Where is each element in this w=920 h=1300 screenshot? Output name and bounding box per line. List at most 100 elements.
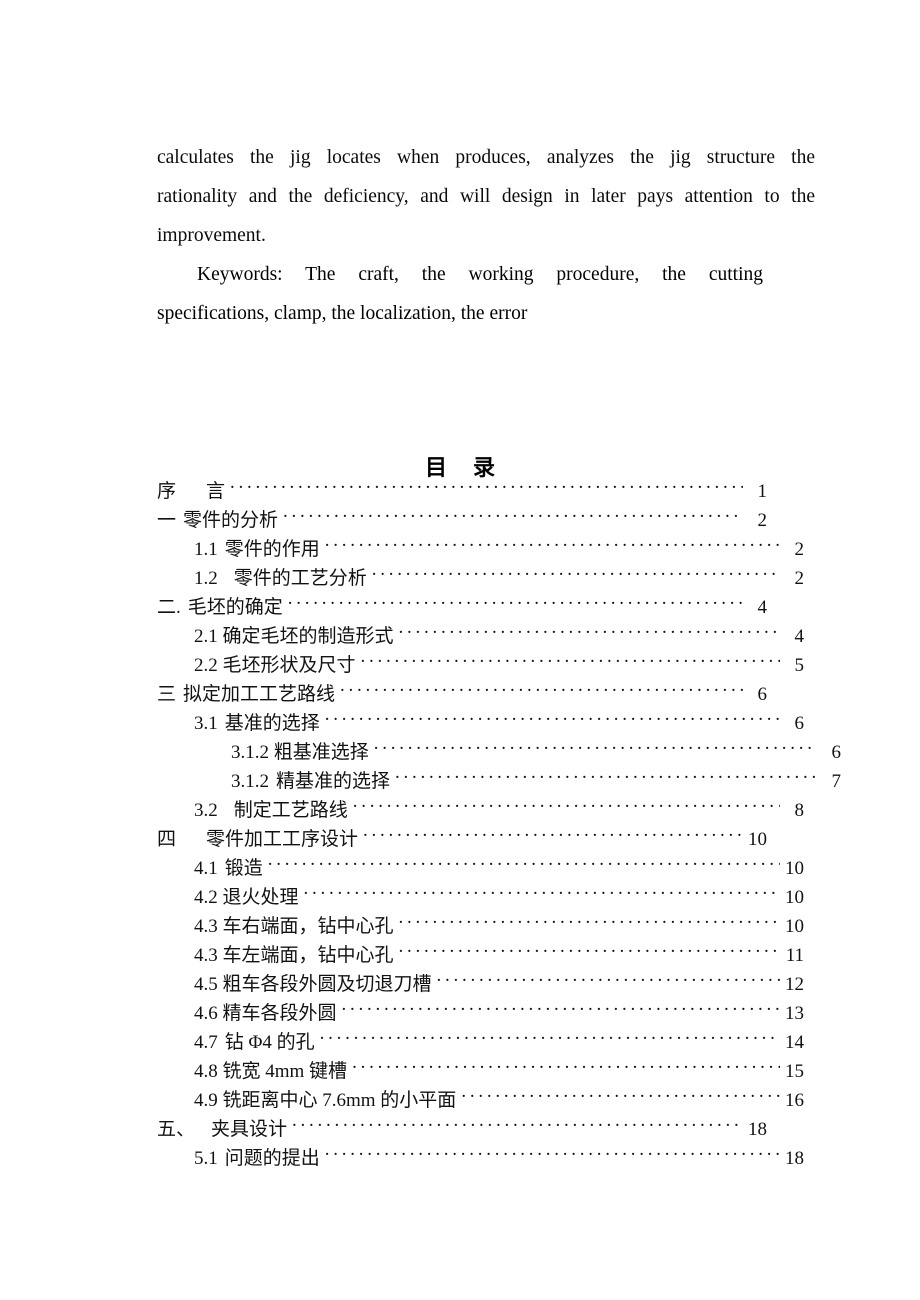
- toc-entry[interactable]: 3.1 基准的选择 6: [157, 709, 804, 738]
- toc-entry-label: 3.2 制定工艺路线: [194, 796, 352, 825]
- toc-entry[interactable]: 四 零件加工工序设计 10: [157, 825, 767, 854]
- abstract-line-2: rationality and the deficiency, and will…: [157, 186, 815, 207]
- toc-entry[interactable]: 5.1 问题的提出 18: [157, 1144, 804, 1173]
- toc-dot-leader: [461, 1087, 780, 1106]
- toc-entry[interactable]: 2.2 毛坯形状及尺寸 5: [157, 651, 804, 680]
- toc-entry-label: 4.8 铣宽 4mm 键槽: [194, 1057, 351, 1086]
- toc-entry[interactable]: 三拟定加工工艺路线 6: [157, 680, 767, 709]
- toc-entry-number: 3.1: [194, 713, 218, 734]
- toc-entry-number: 三: [157, 684, 177, 705]
- toc-entry-label: 序言: [157, 477, 229, 506]
- toc-entry[interactable]: 序言1: [157, 477, 767, 506]
- toc-entry-label: 四 零件加工工序设计: [157, 825, 362, 854]
- toc-entry-label: 4.9 铣距离中心 7.6mm 的小平面: [194, 1086, 460, 1115]
- toc-entry-title: 问题的提出: [224, 1148, 320, 1169]
- toc-dot-leader: [304, 884, 780, 903]
- toc-entry-label: 4.7 钻 Φ4 的孔: [194, 1028, 319, 1057]
- toc-entry-label: 4.6 精车各段外圆: [194, 999, 341, 1028]
- toc-entry[interactable]: 1.2 零件的工艺分析 2: [157, 564, 804, 593]
- toc-entry-title: 钻 Φ4 的孔: [224, 1032, 315, 1053]
- toc-entry[interactable]: 3.2 制定工艺路线 8: [157, 796, 804, 825]
- toc-entry[interactable]: 4.5 粗车各段外圆及切退刀槽 12: [157, 970, 804, 999]
- toc-entry[interactable]: 3.1.2 精基准的选择 7: [157, 767, 841, 796]
- toc-entry[interactable]: 五、夹具设计 18: [157, 1115, 767, 1144]
- toc-entry-number: 3.2: [194, 800, 218, 821]
- toc-entry-number: 一: [157, 510, 177, 531]
- toc-entry[interactable]: 一零件的分析 2: [157, 506, 767, 535]
- toc-entry[interactable]: 4.8 铣宽 4mm 键槽 15: [157, 1057, 804, 1086]
- toc-dot-leader: [372, 565, 780, 584]
- toc-entry-title: 铣宽 4mm 键槽: [222, 1061, 348, 1082]
- toc-dot-leader: [353, 797, 780, 816]
- toc-entry-page-number: 15: [785, 1061, 804, 1082]
- abstract-text: calculates the jig locates when produces…: [157, 138, 815, 255]
- toc-entry-number: 四: [157, 829, 177, 850]
- toc-entry-page-number: 7: [831, 771, 842, 792]
- toc-entry-number: 1.1: [194, 539, 218, 560]
- toc-dot-leader: [292, 1116, 743, 1135]
- toc-entry-page-number: 18: [748, 1119, 767, 1140]
- toc-entry[interactable]: 4.1 锻造 10: [157, 854, 804, 883]
- toc-entry-label: 4.2 退火处理: [194, 883, 303, 912]
- toc-dot-leader: [399, 942, 780, 961]
- toc-entry-label: 4.3 车左端面，钻中心孔: [194, 941, 398, 970]
- toc-entry[interactable]: 2.1 确定毛坯的制造形式 4: [157, 622, 804, 651]
- abstract-line-1: calculates the jig locates when produces…: [157, 147, 815, 168]
- toc-entry-title: 言: [206, 481, 226, 502]
- toc-entry[interactable]: 4.7 钻 Φ4 的孔 14: [157, 1028, 804, 1057]
- toc-entry[interactable]: 1.1 零件的作用 2: [157, 535, 804, 564]
- toc-entry-title: 锻造: [224, 858, 263, 879]
- document-page: calculates the jig locates when produces…: [0, 0, 920, 1300]
- toc-entry[interactable]: 4.6 精车各段外圆 13: [157, 999, 804, 1028]
- toc-entry-title: 夹具设计: [211, 1119, 288, 1140]
- toc-entry-title: 粗基准选择: [273, 742, 369, 763]
- toc-entry-page-number: 2: [794, 568, 805, 589]
- toc-entry[interactable]: 二. 毛坯的确定 4: [157, 593, 767, 622]
- toc-entry-number: 五、: [157, 1119, 196, 1140]
- toc-entry-label: 1.1 零件的作用: [194, 535, 324, 564]
- toc-entry-title: 精车各段外圆: [222, 1003, 337, 1024]
- toc-entry-title: 粗车各段外圆及切退刀槽: [222, 974, 432, 995]
- toc-entry-label: 二. 毛坯的确定: [157, 593, 287, 622]
- toc-entry-title: 铣距离中心 7.6mm 的小平面: [222, 1090, 457, 1111]
- toc-entry-label: 5.1 问题的提出: [194, 1144, 324, 1173]
- toc-entry-number: 4.8: [194, 1061, 218, 1082]
- toc-dot-leader: [283, 507, 743, 526]
- keywords-line-1: Keywords: The craft, the working procedu…: [197, 264, 763, 285]
- toc-entry-page-number: 2: [794, 539, 805, 560]
- toc-entry-title: 毛坯的确定: [187, 597, 283, 618]
- toc-entry[interactable]: 3.1.2 粗基准选择 6: [157, 738, 841, 767]
- toc-dot-leader: [230, 478, 743, 497]
- toc-dot-leader: [363, 826, 743, 845]
- toc-entry-number: 4.3: [194, 916, 218, 937]
- toc-entry-page-number: 10: [785, 916, 804, 937]
- toc-entry-label: 4.5 粗车各段外圆及切退刀槽: [194, 970, 436, 999]
- toc-entry-title: 拟定加工工艺路线: [183, 684, 336, 705]
- toc-entry-number: 二.: [157, 597, 181, 618]
- toc-list: 序言1一零件的分析21.1零件的作用21.2零件的工艺分析2二.毛坯的确定42.…: [157, 477, 841, 1173]
- toc-entry-number: 4.9: [194, 1090, 218, 1111]
- toc-entry-label: 2.1 确定毛坯的制造形式: [194, 622, 398, 651]
- toc-entry-page-number: 12: [785, 974, 804, 995]
- toc-entry[interactable]: 4.3 车左端面，钻中心孔 11: [157, 941, 804, 970]
- toc-entry-label: 3.1.2 精基准的选择: [231, 767, 394, 796]
- toc-entry-label: 4.3 车右端面，钻中心孔: [194, 912, 398, 941]
- toc-entry-number: 2.2: [194, 655, 218, 676]
- toc-entry-title: 零件加工工序设计: [206, 829, 359, 850]
- toc-entry-title: 退火处理: [222, 887, 299, 908]
- toc-dot-leader: [395, 768, 817, 787]
- toc-entry[interactable]: 4.9 铣距离中心 7.6mm 的小平面 16: [157, 1086, 804, 1115]
- toc-entry-number: 5.1: [194, 1148, 218, 1169]
- toc-entry-page-number: 10: [785, 887, 804, 908]
- toc-entry[interactable]: 4.3 车右端面，钻中心孔 10: [157, 912, 804, 941]
- toc-entry-number: 4.5: [194, 974, 218, 995]
- toc-entry-title: 零件的作用: [224, 539, 320, 560]
- toc-entry-title: 制定工艺路线: [233, 800, 348, 821]
- toc-entry-page-number: 6: [757, 684, 768, 705]
- toc-entry-page-number: 14: [785, 1032, 804, 1053]
- toc-dot-leader: [399, 623, 780, 642]
- toc-dot-leader: [325, 710, 780, 729]
- toc-entry[interactable]: 4.2 退火处理 10: [157, 883, 804, 912]
- toc-entry-title: 车左端面，钻中心孔: [222, 945, 394, 966]
- toc-dot-leader: [325, 1145, 780, 1164]
